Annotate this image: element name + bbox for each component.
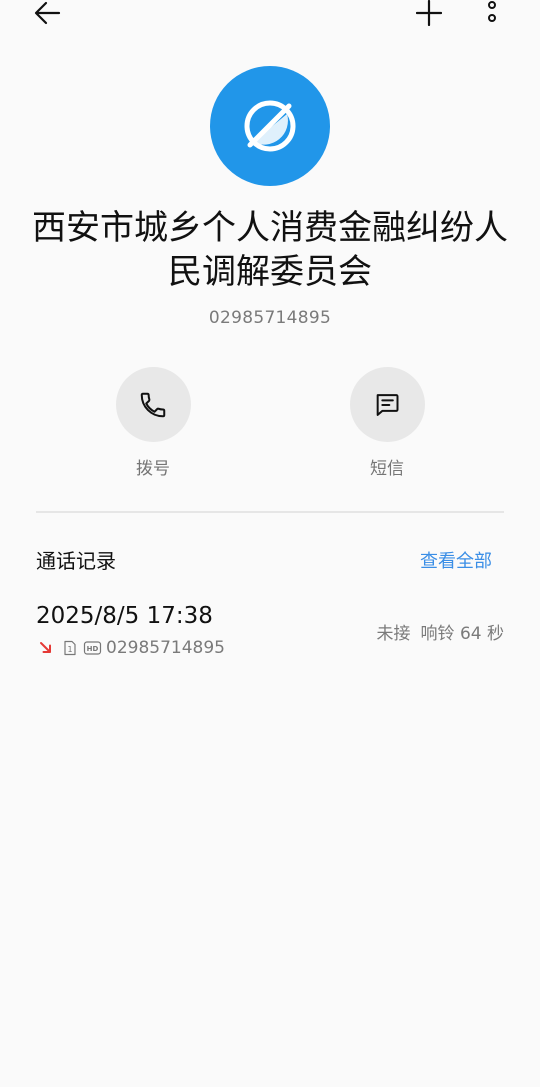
message-icon bbox=[376, 393, 399, 416]
call-details: 1 HD 02985714895 bbox=[38, 637, 225, 659]
add-button[interactable] bbox=[411, 0, 447, 26]
contact-avatar bbox=[210, 66, 330, 186]
hd-voice-icon: HD bbox=[83, 641, 102, 655]
contact-number: 02985714895 bbox=[208, 308, 332, 328]
call-log-entry[interactable]: 2025/8/5 17:38 1 HD 02985714895 未接 响铃 64 … bbox=[0, 600, 540, 664]
call-status: 未接 响铃 64 秒 bbox=[377, 619, 504, 644]
sms-action[interactable]: 短信 bbox=[327, 367, 447, 479]
sms-button[interactable] bbox=[349, 367, 425, 442]
contact-name: 西安市城乡个人消费金融纠纷人民调解委员会 bbox=[32, 208, 508, 292]
sim-number: 1 bbox=[67, 645, 72, 654]
call-action[interactable]: 拨号 bbox=[93, 367, 213, 479]
sms-label: 短信 bbox=[370, 459, 404, 479]
more-vertical-icon bbox=[488, 1, 496, 22]
back-button[interactable] bbox=[29, 0, 65, 26]
top-bar bbox=[0, 0, 540, 30]
divider bbox=[36, 511, 504, 513]
contact-placeholder-icon bbox=[244, 100, 296, 152]
plus-icon bbox=[416, 0, 442, 26]
missed-call-arrow-icon bbox=[40, 642, 51, 653]
call-date: 2025/8/5 17:38 bbox=[36, 603, 213, 629]
missed-status: 未接 bbox=[376, 624, 411, 644]
call-button[interactable] bbox=[115, 367, 191, 442]
call-log-title: 通话记录 bbox=[36, 549, 116, 573]
hd-badge-text: HD bbox=[87, 645, 99, 653]
more-options-button[interactable] bbox=[474, 0, 510, 26]
sim-card-icon: 1 bbox=[64, 640, 76, 656]
ring-duration: 响铃 64 秒 bbox=[420, 624, 504, 644]
call-label: 拨号 bbox=[136, 459, 170, 479]
phone-icon bbox=[140, 392, 166, 417]
arrow-left-icon bbox=[34, 1, 61, 25]
call-number: 02985714895 bbox=[106, 638, 225, 658]
view-all-link[interactable]: 查看全部 bbox=[420, 547, 492, 573]
